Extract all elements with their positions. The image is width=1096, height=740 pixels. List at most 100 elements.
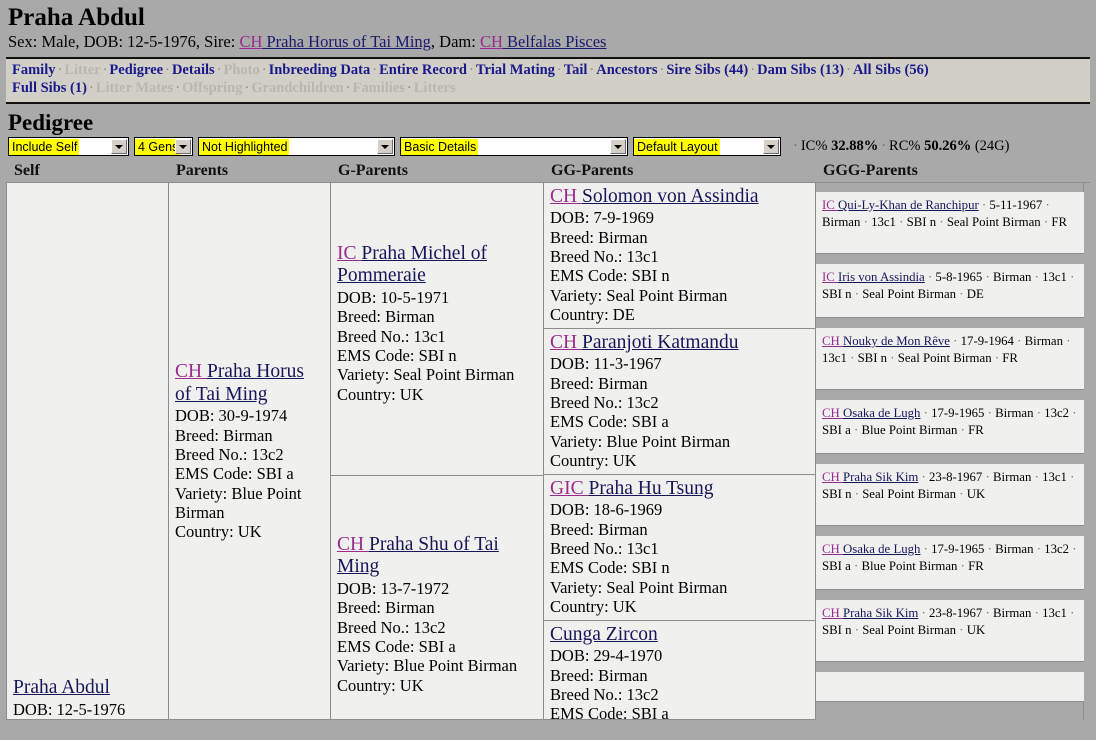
dam-link[interactable]: CH Belfalas Pisces bbox=[480, 32, 606, 51]
chevron-down-icon[interactable] bbox=[377, 139, 393, 155]
chevron-down-icon[interactable] bbox=[610, 139, 626, 155]
fact-separator: · bbox=[1033, 405, 1045, 420]
nav-link-full-sibs-1[interactable]: Full Sibs (1) bbox=[12, 80, 87, 96]
cell-name: GIC Praha Hu Tsung bbox=[550, 478, 810, 501]
pedigree-cell[interactable]: IC Praha Michel of Pommeraie DOB: 10-5-19… bbox=[331, 182, 543, 476]
nav-link-ancestors[interactable]: Ancestors bbox=[596, 62, 657, 78]
pedigree-cell[interactable]: CH Paranjoti Katmandu DOB: 11-3-1967 Breed… bbox=[544, 328, 815, 475]
cell-summary-line: CH Osaka de Lugh · 17-9-1965 · Birman · … bbox=[822, 541, 1078, 575]
layout-select[interactable]: Default Layout bbox=[633, 137, 781, 157]
nav-link-all-sibs-56[interactable]: All Sibs (56) bbox=[853, 62, 929, 78]
sex-dob-sire-label: Sex: Male, DOB: 12-5-1976, Sire: bbox=[8, 32, 240, 51]
animal-link[interactable]: CH Nouky de Mon Rêve bbox=[822, 334, 950, 348]
nav-link-inbreeding-data[interactable]: Inbreeding Data bbox=[269, 62, 371, 78]
ic-value: 32.88% bbox=[831, 138, 879, 155]
pedigree-cell[interactable]: IC Qui-Ly-Khan de Ranchipur · 5-11-1967 … bbox=[816, 191, 1084, 254]
column-gparents: IC Praha Michel of Pommeraie DOB: 10-5-19… bbox=[330, 182, 543, 720]
cell-name: CH Solomon von Assindia bbox=[550, 186, 810, 209]
nav-link-sire-sibs-44[interactable]: Sire Sibs (44) bbox=[666, 62, 748, 78]
chevron-down-icon[interactable] bbox=[763, 139, 779, 155]
pedigree-cell[interactable]: CH Praha Shu of Tai Ming DOB: 13-7-1972 Br… bbox=[331, 475, 543, 720]
chevron-down-icon[interactable] bbox=[175, 139, 191, 155]
cell-detail-line: Breed No.: 13c1 bbox=[550, 247, 659, 267]
animal-link[interactable]: IC Iris von Assindia bbox=[822, 270, 925, 284]
fact-value: 13c2 bbox=[1044, 541, 1070, 556]
nav-link-tail[interactable]: Tail bbox=[564, 62, 588, 78]
fact-value: 13c1 bbox=[1042, 469, 1067, 484]
cell-detail-line: EMS Code: SBI n bbox=[550, 558, 670, 578]
cell-detail-line: Variety: Blue Point Birman bbox=[175, 483, 302, 522]
animal-link[interactable]: CH Praha Sik Kim bbox=[822, 606, 918, 620]
sire-title-prefix: CH bbox=[239, 32, 263, 51]
pedigree-cell[interactable]: CH Nouky de Mon Rêve · 17-9-1964 · Birma… bbox=[816, 327, 1084, 390]
fact-value: Birman bbox=[995, 541, 1034, 556]
column-header-g-parents: G-Parents bbox=[338, 161, 408, 179]
animal-link[interactable]: GIC Praha Hu Tsung bbox=[550, 478, 714, 499]
pedigree-cell[interactable]: Praha Abdul DOB: 12-5-1976 bbox=[7, 182, 168, 720]
nav-link-family[interactable]: Family bbox=[12, 62, 56, 78]
nav-link-trial-mating[interactable]: Trial Mating bbox=[476, 62, 555, 78]
fact-separator: · bbox=[982, 605, 993, 620]
cell-detail-line: EMS Code: SBI n bbox=[337, 345, 457, 365]
animal-link[interactable]: Praha Abdul bbox=[13, 677, 110, 698]
fact-value: SBI n bbox=[857, 350, 888, 365]
fact-separator: · bbox=[1031, 605, 1043, 620]
detail-level-value: Basic Details bbox=[401, 138, 479, 155]
pedigree-cell[interactable]: CH Osaka de Lugh · 17-9-1965 · Birman · … bbox=[816, 535, 1084, 590]
highlight-select[interactable]: Not Highlighted bbox=[198, 137, 395, 157]
pedigree-cell[interactable]: CH Praha Sik Kim · 23-8-1967 · Birman · … bbox=[816, 599, 1084, 662]
animal-link[interactable]: CH Paranjoti Katmandu bbox=[550, 332, 738, 353]
pedigree-cell[interactable]: CH Praha Sik Kim · 23-8-1967 · Birman · … bbox=[816, 463, 1084, 526]
cell-summary-line: IC Qui-Ly-Khan de Ranchipur · 5-11-1967 … bbox=[822, 197, 1078, 231]
fact-value: Birman bbox=[993, 469, 1032, 484]
pedigree-cell[interactable]: CH Osaka de Lugh · 17-9-1965 · Birman · … bbox=[816, 399, 1084, 454]
animal-link[interactable]: Cunga Zircon bbox=[550, 624, 658, 645]
cell-name: CH Praha Shu of Tai Ming bbox=[337, 534, 538, 579]
cell-summary-line: CH Nouky de Mon Rêve · 17-9-1964 · Birma… bbox=[822, 333, 1078, 367]
fact-separator: · bbox=[1063, 333, 1071, 348]
animal-link[interactable]: CH Solomon von Assindia bbox=[550, 186, 759, 207]
pedigree-cell[interactable]: CH Solomon von Assindia DOB: 7-9-1969 Bree… bbox=[544, 182, 815, 329]
generations-select[interactable]: 4 Gens bbox=[134, 137, 193, 157]
title-prefix: CH bbox=[822, 469, 843, 484]
sire-link[interactable]: CH Praha Horus of Tai Ming bbox=[239, 32, 430, 51]
cell-detail-line: EMS Code: SBI a bbox=[337, 636, 456, 656]
fact-value: Seal Point Birman bbox=[897, 350, 992, 365]
include-self-select[interactable]: Include Self bbox=[8, 137, 129, 157]
animal-link[interactable]: CH Osaka de Lugh bbox=[822, 542, 920, 556]
nav-link-dam-sibs-13[interactable]: Dam Sibs (13) bbox=[757, 62, 844, 78]
pedigree-cell[interactable]: IC Iris von Assindia · 5-8-1965 · Birman… bbox=[816, 263, 1084, 318]
nav-link-pedigree[interactable]: Pedigree bbox=[109, 62, 163, 78]
fact-value: 5-11-1967 bbox=[989, 197, 1043, 212]
fact-value: Seal Point Birman bbox=[946, 214, 1041, 229]
cell-detail-line: Breed No.: 13c2 bbox=[337, 617, 446, 637]
pedigree-cell[interactable] bbox=[816, 671, 1084, 702]
animal-name: Paranjoti Katmandu bbox=[581, 331, 739, 353]
grid-gap bbox=[816, 589, 1084, 600]
cell-detail-line: Breed No.: 13c2 bbox=[550, 393, 659, 413]
animal-link[interactable]: CH Praha Sik Kim bbox=[822, 470, 918, 484]
pedigree-cell[interactable]: Cunga Zircon DOB: 29-4-1970 Breed: Birman B… bbox=[544, 620, 815, 720]
animal-name: Solomon von Assindia bbox=[581, 185, 759, 207]
nav-link-details[interactable]: Details bbox=[172, 62, 215, 78]
fact-value: UK bbox=[966, 486, 986, 501]
nav-separator: · bbox=[469, 62, 474, 79]
pedigree-cell[interactable]: CH Praha Horus of Tai Ming DOB: 30-9-1974… bbox=[169, 182, 330, 720]
fact-separator: · bbox=[984, 541, 996, 556]
animal-link[interactable]: CH Praha Shu of Tai Ming bbox=[337, 534, 499, 578]
pedigree-cell[interactable]: GIC Praha Hu Tsung DOB: 18-6-1969 Breed: B… bbox=[544, 474, 815, 621]
fact-separator: · bbox=[887, 350, 898, 365]
nav-separator: · bbox=[659, 62, 665, 79]
fact-separator: · bbox=[956, 286, 967, 301]
fact-value: Birman bbox=[822, 214, 861, 229]
chevron-down-icon[interactable] bbox=[111, 139, 127, 155]
nav-link-entire-record[interactable]: Entire Record bbox=[379, 62, 467, 78]
fact-separator: · bbox=[918, 469, 930, 484]
nav-separator: · bbox=[244, 79, 250, 96]
detail-level-select[interactable]: Basic Details bbox=[400, 137, 628, 157]
fact-separator: · bbox=[918, 605, 930, 620]
animal-link[interactable]: CH Praha Horus of Tai Ming bbox=[175, 361, 304, 405]
animal-link[interactable]: IC Praha Michel of Pommeraie bbox=[337, 243, 487, 287]
animal-link[interactable]: CH Osaka de Lugh bbox=[822, 406, 920, 420]
animal-link[interactable]: IC Qui-Ly-Khan de Ranchipur bbox=[822, 198, 979, 212]
